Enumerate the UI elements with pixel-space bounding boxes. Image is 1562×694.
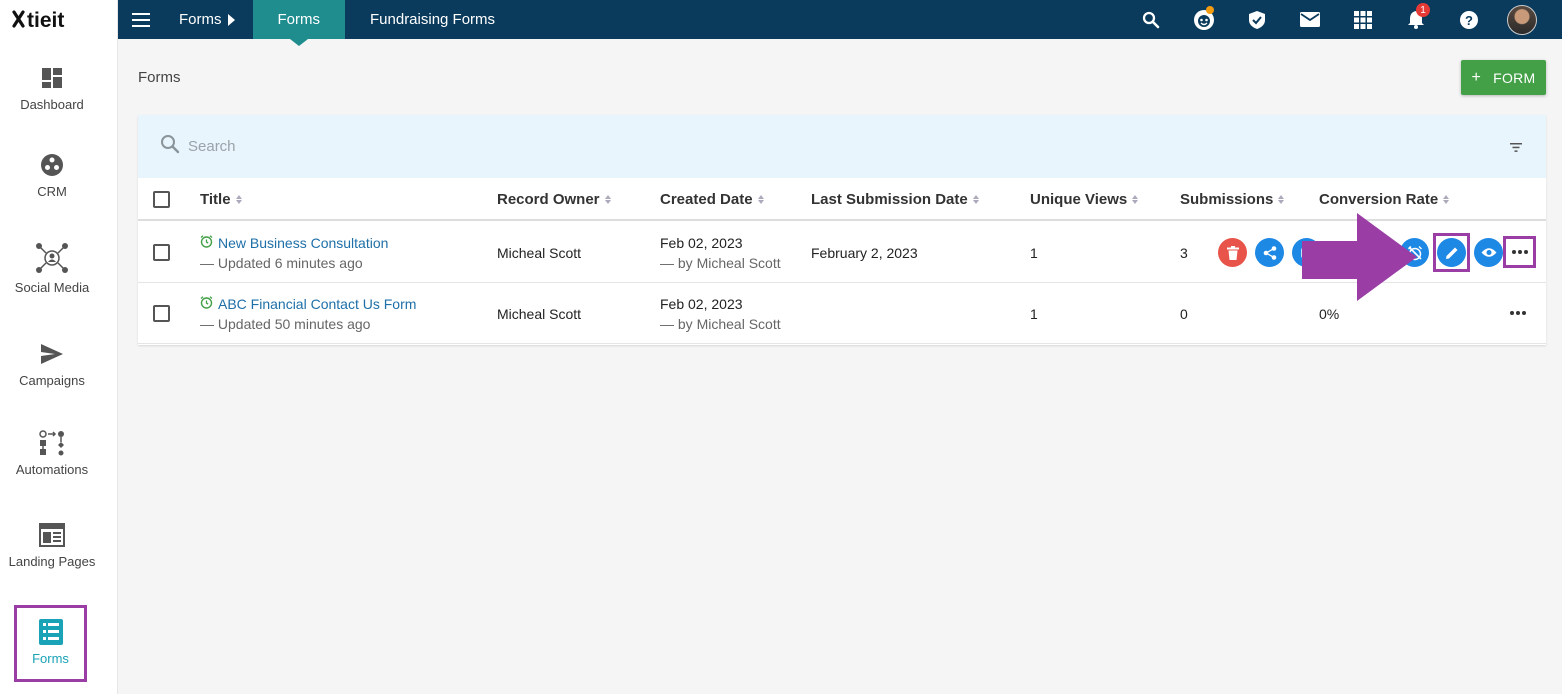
alarm-clock-icon [200, 235, 213, 251]
sort-icon [604, 195, 611, 204]
send-icon [39, 341, 65, 367]
mail-icon[interactable] [1283, 0, 1336, 39]
sort-icon [1443, 195, 1450, 204]
sort-icon [235, 195, 242, 204]
sort-icon [1278, 195, 1285, 204]
sidebar-item-landing-pages[interactable]: Landing Pages [0, 522, 104, 569]
shield-check-icon[interactable] [1230, 0, 1283, 39]
alarm-clock-icon [200, 296, 213, 312]
form-title-link[interactable]: ABC Financial Contact Us Form [200, 296, 416, 312]
menu-icon[interactable] [118, 0, 164, 39]
search-icon [160, 134, 180, 159]
search-bar [138, 115, 1546, 178]
more-options-button[interactable] [1510, 311, 1526, 315]
sidebar-item-label: Landing Pages [8, 554, 96, 569]
notification-count-badge: 1 [1416, 3, 1430, 17]
column-header-conversion-rate[interactable]: Conversion Rate [1319, 191, 1450, 208]
column-header-last-submission-date[interactable]: Last Submission Date [811, 191, 979, 208]
sort-icon [972, 195, 979, 204]
landing-page-icon [39, 522, 65, 548]
column-header-unique-views[interactable]: Unique Views [1030, 191, 1139, 208]
more-options-button[interactable] [1503, 236, 1536, 268]
select-all-checkbox[interactable] [153, 191, 170, 208]
unique-views: 1 [1030, 245, 1038, 261]
conversion-rate: 0% [1319, 306, 1340, 322]
filter-icon[interactable] [1510, 139, 1522, 157]
created-date: Feb 02, 2023 [660, 235, 743, 251]
automation-flow-icon [39, 430, 65, 456]
sidebar-item-automations[interactable]: Automations [0, 430, 104, 477]
edit-highlight-box [1433, 233, 1470, 272]
row-checkbox[interactable] [153, 244, 170, 261]
breadcrumb[interactable]: Forms [164, 0, 239, 39]
plus-icon: + [1471, 68, 1482, 86]
forms-highlight-box [14, 605, 87, 682]
record-owner: Micheal Scott [497, 245, 582, 261]
column-header-submissions[interactable]: Submissions [1180, 191, 1285, 208]
column-header-created-date[interactable]: Created Date [660, 191, 764, 208]
updated-time: — Updated 50 minutes ago [200, 316, 371, 332]
row-checkbox[interactable] [153, 305, 170, 322]
tab-fundraising-forms[interactable]: Fundraising Forms [345, 0, 520, 39]
add-form-label: FORM [1493, 69, 1536, 86]
sort-icon [757, 195, 764, 204]
sidebar-item-label: Dashboard [20, 97, 84, 112]
tab-label: Fundraising Forms [370, 11, 496, 28]
share-icon [1263, 245, 1276, 260]
help-icon[interactable]: ? [1442, 0, 1495, 39]
caret-right-icon [227, 13, 235, 26]
social-network-icon [34, 240, 70, 276]
page-title: Forms [138, 69, 181, 86]
created-by: — by Micheal Scott [660, 255, 781, 271]
tab-forms[interactable]: Forms [252, 0, 345, 46]
avatar [1506, 4, 1537, 35]
top-navigation-bar: Forms Forms Fundraising Forms 1 ? [118, 0, 1562, 46]
share-button[interactable] [1255, 238, 1284, 267]
search-input[interactable] [188, 138, 788, 155]
sidebar-item-label: Automations [15, 462, 89, 477]
sidebar-item-crm[interactable]: CRM [0, 152, 104, 199]
created-date: Feb 02, 2023 [660, 296, 743, 312]
eye-icon [1481, 248, 1496, 257]
sidebar-item-label: Campaigns [19, 373, 85, 388]
add-form-button[interactable]: + FORM [1461, 60, 1546, 95]
form-title-link[interactable]: New Business Consultation [200, 235, 388, 251]
sidebar-item-label: Social Media [14, 280, 90, 295]
apps-grid-icon[interactable] [1336, 0, 1389, 39]
record-owner: Micheal Scott [497, 306, 582, 322]
submissions: 3 [1180, 245, 1188, 261]
user-avatar[interactable] [1495, 0, 1548, 39]
created-by: — by Micheal Scott [660, 316, 781, 332]
notification-dot [1206, 6, 1214, 14]
annotation-arrow-icon [1302, 213, 1417, 301]
sort-icon [1132, 195, 1139, 204]
last-submission-date: February 2, 2023 [811, 245, 918, 261]
support-face-icon[interactable] [1177, 0, 1230, 39]
column-header-record-owner[interactable]: Record Owner [497, 191, 611, 208]
unique-views: 1 [1030, 306, 1038, 322]
svg-text:tieit: tieit [27, 9, 64, 31]
preview-button[interactable] [1474, 238, 1503, 267]
more-horizontal-icon [1510, 311, 1526, 315]
column-header-title[interactable]: Title [200, 191, 242, 208]
svg-text:?: ? [1465, 13, 1473, 28]
more-horizontal-icon [1511, 250, 1528, 254]
delete-button[interactable] [1218, 238, 1247, 267]
trash-icon [1226, 245, 1239, 260]
bell-icon[interactable]: 1 [1389, 0, 1442, 39]
search-icon[interactable] [1124, 0, 1177, 39]
crm-icon [39, 152, 65, 178]
sidebar-item-social-media[interactable]: Social Media [0, 240, 104, 295]
submissions: 0 [1180, 306, 1188, 322]
breadcrumb-label: Forms [179, 11, 222, 28]
dashboard-icon [39, 65, 65, 91]
sidebar-item-label: CRM [37, 184, 67, 199]
sidebar: tieit Dashboard CRM Social Media Campaig… [0, 0, 118, 694]
updated-time: — Updated 6 minutes ago [200, 255, 363, 271]
sidebar-item-dashboard[interactable]: Dashboard [0, 65, 104, 112]
tab-label: Forms [277, 11, 321, 28]
tieit-logo[interactable]: tieit [0, 0, 117, 39]
sidebar-item-campaigns[interactable]: Campaigns [0, 341, 104, 388]
